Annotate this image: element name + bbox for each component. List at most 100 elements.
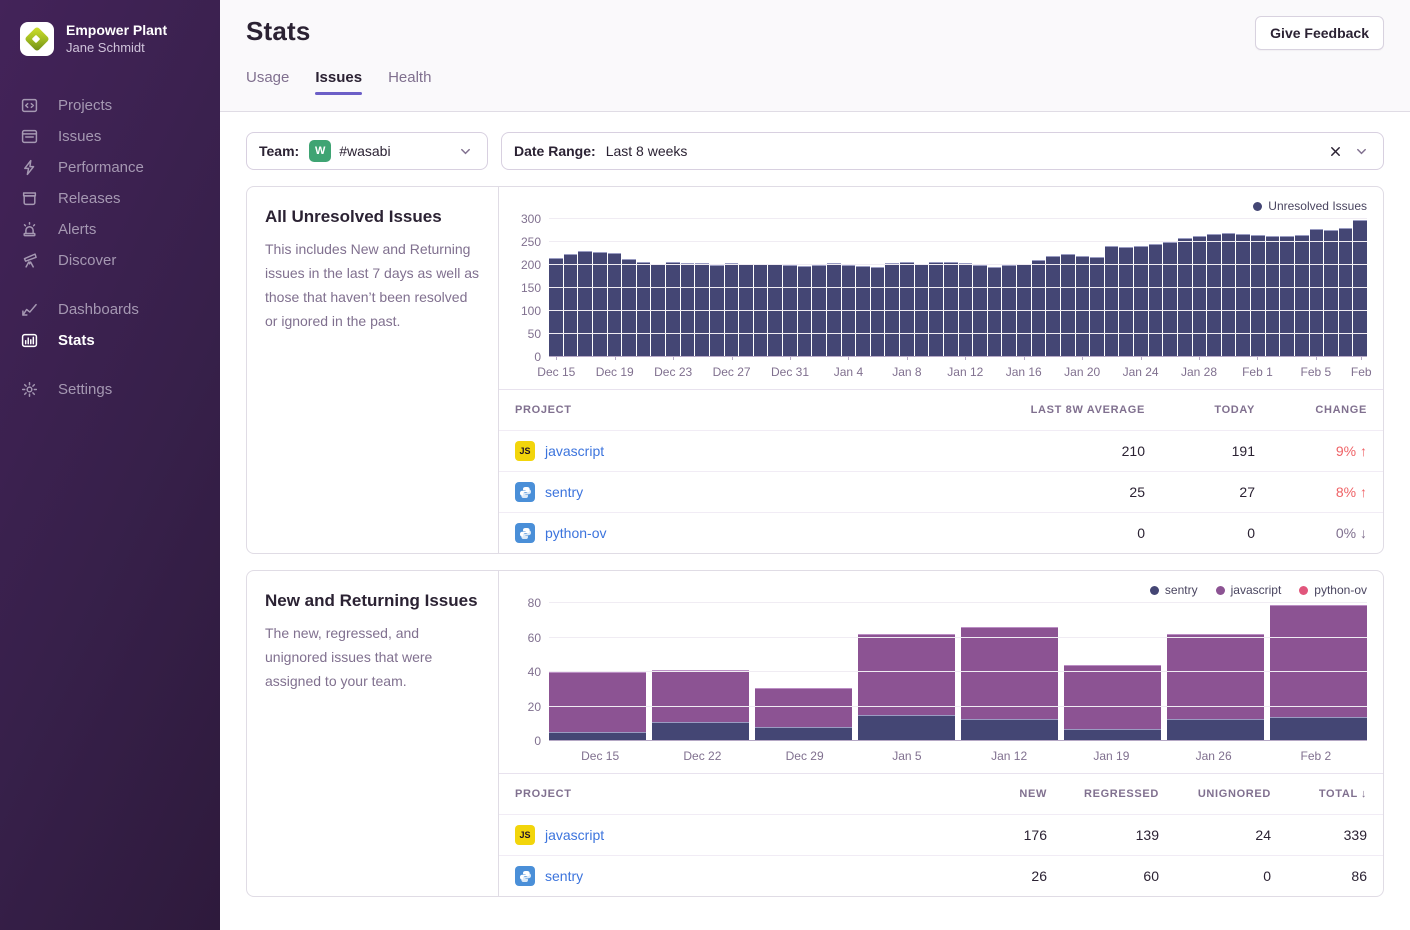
table-header-row: PROJECT LAST 8W AVERAGE TODAY CHANGE: [499, 390, 1383, 430]
issues-icon: [20, 128, 38, 146]
page-title: Stats: [246, 16, 1384, 47]
new-returning-x-axis: Dec 15Dec 22Dec 29Jan 5Jan 12Jan 19Jan 2…: [549, 743, 1367, 767]
user-name: Jane Schmidt: [66, 40, 167, 57]
tab-health[interactable]: Health: [388, 69, 431, 100]
sidebar-item-label: Issues: [58, 128, 101, 145]
table-header-row: PROJECT NEW REGRESSED UNIGNORED TOTAL↓: [499, 774, 1383, 814]
col-change: CHANGE: [1255, 404, 1367, 416]
up-arrow-icon: ↑: [1360, 443, 1367, 459]
dashboards-chart-icon: [20, 301, 38, 319]
up-arrow-icon: ↑: [1360, 484, 1367, 500]
down-arrow-icon: ↓: [1360, 525, 1367, 541]
sidebar-item-label: Releases: [58, 190, 121, 207]
sidebar-item-settings[interactable]: Settings: [20, 374, 220, 405]
date-range-selector[interactable]: Date Range: Last 8 weeks: [501, 132, 1384, 170]
sidebar-item-issues[interactable]: Issues: [20, 121, 220, 152]
sidebar-item-performance[interactable]: Performance: [20, 152, 220, 183]
card-desc: This includes New and Returning issues i…: [265, 237, 480, 333]
project-link[interactable]: python-ov: [545, 525, 606, 541]
date-range-value: Last 8 weeks: [606, 143, 688, 159]
javascript-project-icon: JS: [515, 825, 535, 845]
python-project-icon: [515, 523, 535, 543]
col-new: NEW: [947, 788, 1047, 800]
col-total-sorted[interactable]: TOTAL↓: [1271, 788, 1367, 800]
tab-issues[interactable]: Issues: [315, 69, 362, 100]
discover-telescope-icon: [20, 252, 38, 270]
project-link[interactable]: sentry: [545, 484, 583, 500]
main-area: Stats Give Feedback Usage Issues Health …: [220, 0, 1410, 930]
sidebar-item-discover[interactable]: Discover: [20, 245, 220, 276]
table-row: JSjavascript 210 191 9% ↑: [499, 430, 1383, 471]
table-row: JSjavascript 176 139 24 339: [499, 814, 1383, 855]
tab-bar: Usage Issues Health: [246, 69, 1384, 100]
new-returning-plot: [549, 603, 1367, 741]
col-avg: LAST 8W AVERAGE: [955, 404, 1145, 416]
sidebar-item-label: Alerts: [58, 221, 96, 238]
table-row: sentry 26 60 0 86: [499, 855, 1383, 896]
sidebar-item-label: Dashboards: [58, 301, 139, 318]
project-link[interactable]: javascript: [545, 443, 604, 459]
javascript-project-icon: JS: [515, 441, 535, 461]
unresolved-card-description: All Unresolved Issues This includes New …: [247, 187, 499, 553]
performance-lightning-icon: [20, 159, 38, 177]
new-returning-bars: [549, 603, 1367, 741]
card-desc: The new, regressed, and unignored issues…: [265, 621, 480, 693]
legend-label: sentry: [1165, 583, 1198, 597]
legend-dot-icon: [1150, 586, 1159, 595]
unresolved-chart: Unresolved Issues 050100150200250300 Dec…: [499, 187, 1383, 389]
col-project: PROJECT: [515, 788, 947, 800]
table-row: sentry 25 27 8% ↑: [499, 471, 1383, 512]
unresolved-x-axis: Dec 15Dec 19Dec 23Dec 27Dec 31Jan 4Jan 8…: [549, 359, 1367, 383]
sidebar-item-label: Projects: [58, 97, 112, 114]
legend-dot-icon: [1216, 586, 1225, 595]
card-title: New and Returning Issues: [265, 591, 480, 611]
give-feedback-button[interactable]: Give Feedback: [1255, 16, 1384, 50]
team-label: Team:: [259, 143, 299, 159]
sort-desc-icon: ↓: [1361, 788, 1367, 800]
legend-label: python-ov: [1314, 583, 1367, 597]
clear-date-range-icon[interactable]: [1325, 141, 1345, 161]
team-avatar: W: [309, 140, 331, 162]
legend-label: Unresolved Issues: [1268, 199, 1367, 213]
page-header: Stats Give Feedback Usage Issues Health: [220, 0, 1410, 112]
sidebar-item-label: Settings: [58, 381, 112, 398]
col-unignored: UNIGNORED: [1159, 788, 1271, 800]
unresolved-issues-card: All Unresolved Issues This includes New …: [246, 186, 1384, 554]
card-title: All Unresolved Issues: [265, 207, 480, 227]
sidebar-item-projects[interactable]: Projects: [20, 90, 220, 121]
col-project: PROJECT: [515, 404, 955, 416]
settings-gear-icon: [20, 381, 38, 399]
sidebar-item-label: Stats: [58, 332, 95, 349]
legend-dot-icon: [1299, 586, 1308, 595]
app-window: Empower Plant Jane Schmidt Projects Issu…: [0, 0, 1410, 930]
filter-bar: Team: W #wasabi Date Range: Last 8 weeks: [246, 132, 1384, 170]
alerts-siren-icon: [20, 221, 38, 239]
sidebar-item-dashboards[interactable]: Dashboards: [20, 294, 220, 325]
team-value: #wasabi: [339, 143, 390, 159]
projects-icon: [20, 97, 38, 115]
project-link[interactable]: sentry: [545, 868, 583, 884]
chevron-down-icon: [455, 141, 475, 161]
col-today: TODAY: [1145, 404, 1255, 416]
unresolved-y-axis: 050100150200250300: [515, 219, 549, 357]
sidebar-item-alerts[interactable]: Alerts: [20, 214, 220, 245]
legend-dot-icon: [1253, 202, 1262, 211]
project-link[interactable]: javascript: [545, 827, 604, 843]
new-returning-chart: sentry javascript python-ov 020406080 De…: [499, 571, 1383, 773]
python-project-icon: [515, 866, 535, 886]
org-name: Empower Plant: [66, 22, 167, 40]
chevron-down-icon: [1351, 141, 1371, 161]
new-returning-card-description: New and Returning Issues The new, regres…: [247, 571, 499, 896]
date-range-label: Date Range:: [514, 143, 596, 159]
sidebar-item-label: Discover: [58, 252, 116, 269]
team-selector[interactable]: Team: W #wasabi: [246, 132, 488, 170]
org-switcher[interactable]: Empower Plant Jane Schmidt: [20, 22, 220, 56]
python-project-icon: [515, 482, 535, 502]
stats-bar-chart-icon: [20, 332, 38, 350]
sidebar-item-releases[interactable]: Releases: [20, 183, 220, 214]
unresolved-table: PROJECT LAST 8W AVERAGE TODAY CHANGE JS j…: [499, 389, 1383, 553]
new-returning-legend: sentry javascript python-ov: [515, 583, 1367, 597]
sidebar-item-stats[interactable]: Stats: [20, 325, 220, 356]
tab-usage[interactable]: Usage: [246, 69, 289, 100]
sidebar-item-label: Performance: [58, 159, 144, 176]
